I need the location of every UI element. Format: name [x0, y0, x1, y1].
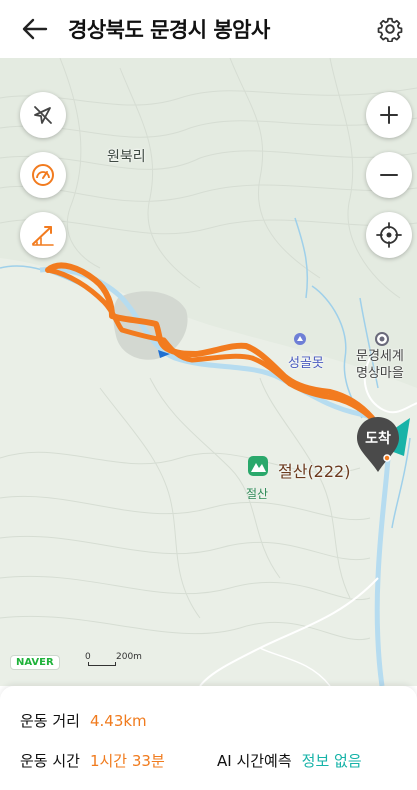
- terrain-map: [0, 58, 417, 686]
- distance-value: 4.43km: [89, 712, 147, 730]
- minus-icon: [380, 174, 398, 176]
- gear-icon: [377, 17, 403, 42]
- distance-label: 운동 거리: [20, 712, 80, 730]
- my-location-button[interactable]: [366, 212, 412, 258]
- time-label: 운동 시간: [20, 752, 80, 770]
- pond-label: 성골못: [288, 356, 324, 371]
- arrival-label: 도착: [365, 431, 391, 447]
- crosshair-icon: [376, 222, 402, 248]
- compass-off-button[interactable]: [20, 92, 66, 138]
- meditation-label-line1: 문경세계: [356, 349, 404, 364]
- scale-bar: [88, 662, 116, 666]
- map-view[interactable]: 원북리 성골못 문경세계 명상마을 절산(222) 절산 도착 NAVER 0 …: [0, 58, 417, 686]
- speedometer-icon: [32, 164, 54, 186]
- ai-estimate-value: 정보 없음: [301, 752, 362, 770]
- zoom-out-button[interactable]: [366, 152, 412, 198]
- speedometer-button[interactable]: [20, 152, 66, 198]
- distance-row: 운동 거리 4.43km: [20, 710, 147, 731]
- village-label: 원북리: [107, 149, 146, 165]
- time-value: 1시간 33분: [89, 752, 165, 770]
- time-row: 운동 시간 1시간 33분: [20, 750, 165, 771]
- zoom-in-button[interactable]: [366, 92, 412, 138]
- page-title: 경상북도 문경시 봉암사: [68, 18, 270, 42]
- arrow-left-icon: [22, 18, 48, 40]
- back-button[interactable]: [18, 12, 52, 46]
- meditation-village-label: 문경세계 명상마을: [356, 348, 404, 382]
- settings-button[interactable]: [373, 12, 407, 46]
- slope-arrow-icon: [32, 226, 54, 246]
- naver-logo: NAVER: [10, 655, 60, 670]
- ai-estimate-label: AI 시간예측: [217, 752, 292, 770]
- exercise-info-panel: 운동 거리 4.43km 운동 시간 1시간 33분 AI 시간예측 정보 없음: [0, 686, 417, 790]
- mountain-label: 절산(222): [278, 462, 351, 481]
- arrival-marker[interactable]: 도착: [356, 416, 400, 472]
- map-scale: 0 200m: [85, 652, 148, 666]
- scale-distance: 200m: [116, 652, 142, 662]
- ai-estimate-row: AI 시간예측 정보 없음: [217, 750, 362, 771]
- plus-icon: [380, 106, 398, 124]
- compass-slash-icon: [34, 106, 52, 124]
- mountain-sub-label: 절산: [246, 487, 269, 501]
- elevation-button[interactable]: [20, 212, 66, 258]
- meditation-label-line2: 명상마을: [356, 366, 404, 381]
- app-header: 경상북도 문경시 봉암사: [0, 0, 417, 58]
- scale-zero: 0: [85, 652, 91, 662]
